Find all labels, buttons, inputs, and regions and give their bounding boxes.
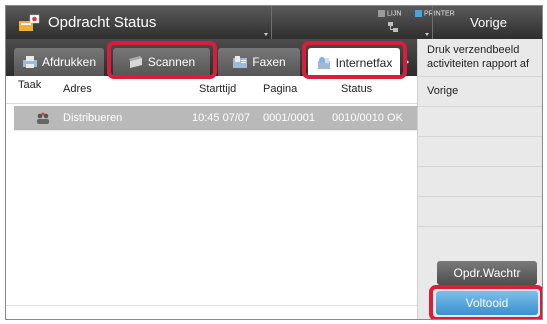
table-footer xyxy=(6,305,417,319)
header-divider xyxy=(432,6,433,39)
lijn-status-icon xyxy=(378,10,385,17)
cell-pagina: 0001/0001 xyxy=(263,112,315,124)
empty-action-slot xyxy=(418,227,542,257)
header-divider xyxy=(271,6,272,39)
page-title: Opdracht Status xyxy=(48,14,157,31)
vorige-header-button[interactable]: Vorige xyxy=(436,9,541,36)
tab-faxen-label: Faxen xyxy=(252,55,286,69)
column-header-taak: Taak xyxy=(18,79,42,91)
tab-afdrukken-label: Afdrukken xyxy=(41,55,97,69)
header-marker xyxy=(264,33,268,36)
printer-status-icon xyxy=(415,10,422,17)
printer-icon xyxy=(22,56,37,68)
header-marker xyxy=(425,33,429,36)
table-header: Taak Adres Starttijd Pagina Status xyxy=(6,76,417,104)
broadcast-icon xyxy=(37,112,49,124)
lijn-label: LIJN xyxy=(387,10,402,18)
print-transmission-report-button[interactable]: Druk verzendbeeld activiteiten rapport a… xyxy=(418,39,542,77)
highlight-frame xyxy=(302,41,407,79)
network-icon xyxy=(388,22,398,32)
header-bar: Opdracht Status LIJN PRINTER Vorige xyxy=(6,6,542,39)
cell-adres: Distribueren xyxy=(63,112,123,124)
empty-action-slot xyxy=(418,137,542,167)
column-header-starttijd: Starttijd xyxy=(199,83,237,95)
column-header-adres: Adres xyxy=(63,83,92,95)
empty-action-slot xyxy=(418,197,542,227)
table-row[interactable]: Distribueren 10:45 07/07 0001/0001 0010/… xyxy=(14,106,417,130)
fax-icon xyxy=(233,56,248,68)
job-queue-button[interactable]: Opdr.Wachtr xyxy=(437,261,537,285)
cell-starttijd: 10:45 07/07 xyxy=(192,112,251,124)
column-header-status: Status xyxy=(341,83,373,95)
job-status-screen: Opdracht Status LIJN PRINTER Vorige Afdr… xyxy=(5,5,543,320)
highlight-frame xyxy=(429,285,542,319)
vorige-button[interactable]: Vorige xyxy=(418,77,542,107)
empty-action-slot xyxy=(418,107,542,137)
highlight-frame xyxy=(107,41,217,79)
lijn-indicator: LIJN xyxy=(378,10,401,17)
empty-action-slot xyxy=(418,167,542,197)
cell-status: 0010/0010 OK xyxy=(332,112,403,124)
row-divider xyxy=(14,130,417,131)
job-status-icon xyxy=(19,14,40,31)
tab-faxen[interactable]: Faxen xyxy=(218,48,300,76)
column-header-pagina: Pagina xyxy=(263,83,298,95)
